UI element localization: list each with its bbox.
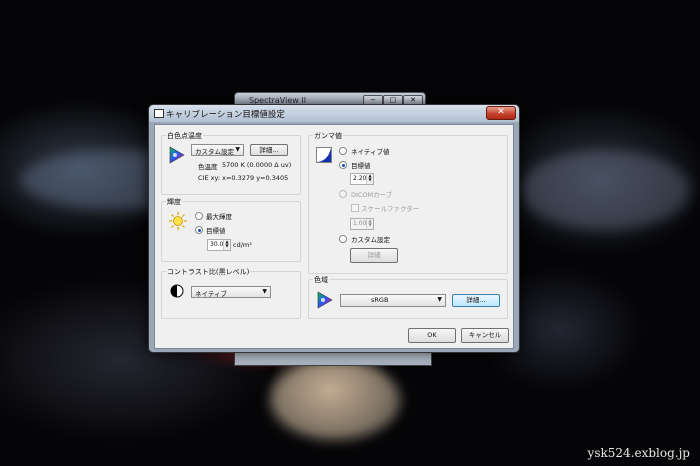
- spinner-arrows-icon[interactable]: ▲ ▼: [366, 174, 373, 184]
- background-window-bottom: [234, 352, 432, 366]
- gamma-curve-icon: [316, 147, 332, 163]
- cie-xy-value: CIE xy: x=0.3279 y=0.3405: [198, 174, 289, 182]
- luminance-label: 輝度: [166, 197, 182, 207]
- color-gamut-icon: [169, 146, 185, 164]
- luminance-value: 30.0: [210, 241, 224, 248]
- gamma-custom-radio[interactable]: [339, 235, 347, 243]
- luminance-group: 輝度 最大輝度 目標値 30.0 ▲ ▼ cd/m²: [161, 197, 301, 262]
- white-point-group: 白色点温度 カスタム設定 ▼ 詳細... 色温度 5700 K (0.0000 …: [161, 131, 301, 195]
- contrast-combo[interactable]: ネイティブ ▼: [191, 286, 271, 298]
- luminance-value-spinner[interactable]: 30.0 ▲ ▼: [207, 239, 231, 251]
- white-point-label: 白色点温度: [166, 131, 203, 141]
- gamma-label: ガンマ値: [313, 131, 343, 141]
- gamma-target-label: 目標値: [351, 162, 371, 170]
- color-gamut-label: 色域: [313, 275, 329, 285]
- chevron-down-icon: ▼: [437, 296, 442, 303]
- scale-factor-value: 1.00: [353, 220, 367, 227]
- calibration-target-dialog: キャリブレーション目標値設定 ✕ 白色点温度 カスタム設定 ▼ 詳細... 色温…: [148, 104, 520, 353]
- spinner-arrows-icon[interactable]: ▲ ▼: [223, 240, 230, 250]
- color-gamut-group: 色域 sRGB ▼ 詳細...: [308, 275, 508, 319]
- max-luminance-radio[interactable]: [195, 212, 203, 220]
- gamma-custom-detail-button[interactable]: 詳細: [350, 248, 398, 263]
- watermark-text: ysk524.exblog.jp: [587, 446, 690, 460]
- dicom-curve-radio[interactable]: [339, 190, 347, 198]
- scale-factor-label: スケールファクター: [361, 205, 420, 213]
- dialog-title: キャリブレーション目標値設定: [166, 110, 285, 120]
- gamma-value-spinner[interactable]: 2.20 ▲ ▼: [350, 173, 374, 185]
- contrast-label: コントラスト比(黒レベル): [166, 267, 251, 277]
- color-temp-value: 5700 K (0.0000 Δ uv): [222, 161, 292, 169]
- sun-icon: [169, 212, 187, 230]
- cancel-button[interactable]: キャンセル: [461, 328, 509, 343]
- spinner-arrows-icon[interactable]: ▲ ▼: [366, 219, 373, 229]
- dicom-curve-label: DICOMカーブ: [351, 191, 393, 199]
- dialog-client-area: 白色点温度 カスタム設定 ▼ 詳細... 色温度 5700 K (0.0000 …: [154, 124, 514, 349]
- dialog-titlebar: キャリブレーション目標値設定 ✕: [149, 105, 519, 122]
- chevron-down-icon: ▼: [262, 288, 267, 295]
- gamma-custom-label: カスタム設定: [351, 236, 390, 244]
- color-gamut-icon: [317, 291, 333, 309]
- color-gamut-value: sRGB: [371, 296, 389, 304]
- target-luminance-label: 目標値: [206, 227, 226, 235]
- gamma-target-radio[interactable]: [339, 161, 347, 169]
- color-gamut-detail-button[interactable]: 詳細...: [452, 294, 500, 307]
- contrast-value: ネイティブ: [195, 290, 227, 298]
- white-point-value: カスタム設定: [195, 148, 234, 156]
- half-circle-icon: [170, 284, 184, 298]
- max-luminance-label: 最大輝度: [206, 213, 232, 221]
- ok-button[interactable]: OK: [408, 328, 456, 343]
- white-point-detail-button[interactable]: 詳細...: [250, 144, 288, 156]
- chevron-down-icon: ▼: [235, 146, 240, 153]
- background-streak: [520, 150, 690, 230]
- background-streak: [270, 360, 400, 440]
- dialog-close-button[interactable]: ✕: [486, 106, 516, 120]
- gamma-group: ガンマ値 ネイティブ値 目標値 2.20 ▲ ▼ DICOMカーブ スケールファク…: [308, 131, 508, 274]
- target-luminance-radio[interactable]: [195, 226, 203, 234]
- color-temp-label: 色温度: [198, 163, 218, 171]
- scale-factor-checkbox[interactable]: [351, 204, 359, 212]
- white-point-combo[interactable]: カスタム設定 ▼: [191, 144, 244, 156]
- scale-factor-spinner[interactable]: 1.00 ▲ ▼: [350, 218, 374, 230]
- gamma-native-radio[interactable]: [339, 147, 347, 155]
- window-icon: [154, 109, 164, 118]
- color-gamut-combo[interactable]: sRGB ▼: [340, 294, 446, 307]
- gamma-native-label: ネイティブ値: [351, 148, 390, 156]
- gamma-value: 2.20: [353, 175, 367, 182]
- luminance-unit: cd/m²: [233, 241, 252, 249]
- contrast-group: コントラスト比(黒レベル) ネイティブ ▼: [161, 267, 301, 319]
